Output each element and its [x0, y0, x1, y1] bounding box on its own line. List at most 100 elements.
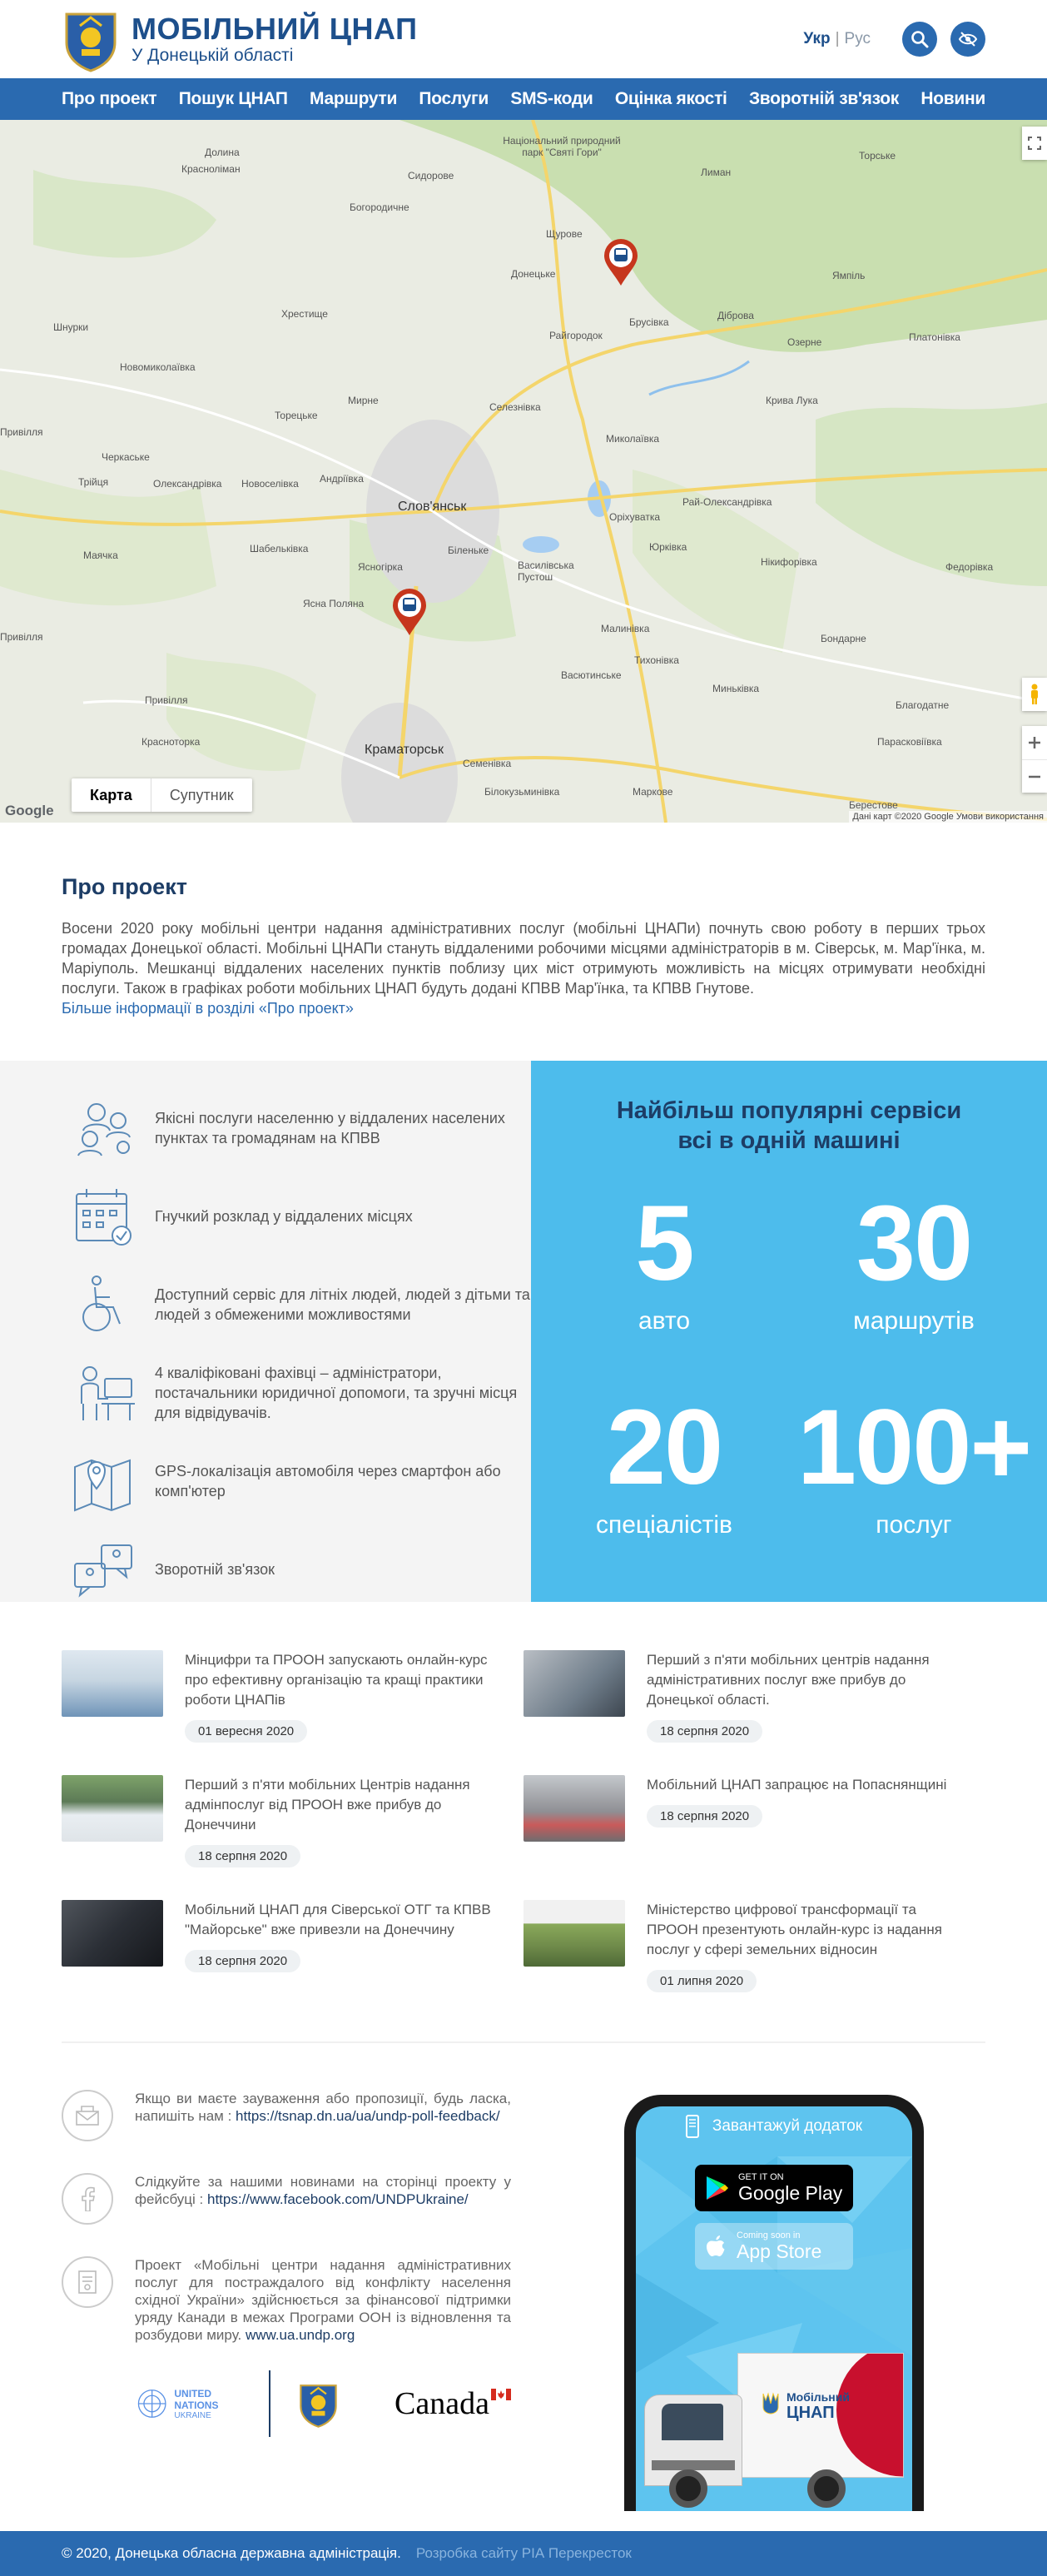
search-button[interactable]	[902, 22, 937, 57]
news-thumbnail[interactable]	[524, 1775, 625, 1842]
map-attribution[interactable]: Дані карт ©2020 Google Умови використанн…	[849, 811, 1047, 823]
map-label: Білокузьминівка	[484, 786, 560, 798]
news-title[interactable]: Мобільний ЦНАП запрацює на Попаснянщині	[647, 1775, 963, 1795]
zoom-in-button[interactable]	[1022, 726, 1047, 759]
bus-marker-icon[interactable]	[391, 588, 428, 636]
news-title[interactable]: Перший з п'яти мобільних Центрів надання…	[185, 1775, 501, 1835]
features-list: Якісні послуги населенню у віддалених на…	[0, 1061, 531, 1602]
stat-label: спеціалістів	[596, 1511, 732, 1539]
lang-separator: |	[835, 30, 840, 47]
map-label: Андріївка	[320, 473, 364, 485]
news-item[interactable]: Мінцифри та ПРООН запускають онлайн-курс…	[62, 1650, 524, 1745]
map-label: Новоселівка	[241, 478, 299, 490]
undp-link[interactable]: www.ua.undp.org	[246, 2327, 355, 2343]
play-store-icon	[707, 2176, 728, 2200]
map-label: Ясногірка	[358, 561, 403, 573]
nav-search-cnap[interactable]: Пошук ЦНАП	[179, 89, 288, 109]
map-label: Маячка	[83, 550, 118, 561]
section-divider	[62, 2041, 985, 2043]
news-title[interactable]: Мобільний ЦНАП для Сіверської ОТГ та КПВ…	[185, 1900, 501, 1940]
map-city-sloviansk: Слов'янськ	[398, 500, 467, 514]
news-item[interactable]: Мобільний ЦНАП запрацює на Попаснянщині 1…	[524, 1775, 985, 1870]
news-thumbnail[interactable]	[524, 1650, 625, 1717]
stat-label: послуг	[876, 1511, 952, 1539]
news-thumbnail[interactable]	[524, 1900, 625, 1967]
map-label: Миколаївка	[606, 433, 660, 445]
app-download-label: Завантажуй додаток	[712, 2117, 863, 2135]
contact-info: Якщо ви маєте зауваження або пропозиції,…	[62, 2090, 511, 2506]
un-ukraine-logo[interactable]: UNITED NATIONS UKRAINE	[136, 2385, 242, 2423]
google-logo[interactable]: Google	[5, 803, 54, 819]
nav-routes[interactable]: Маршрути	[310, 89, 397, 109]
fullscreen-button[interactable]	[1022, 127, 1047, 160]
news-item[interactable]: Перший з п'яти мобільних Центрів надання…	[62, 1775, 524, 1870]
stats-heading: Найбільш популярні сервіси всі в одній м…	[531, 1096, 1047, 1156]
stat-services: 100+ послуг	[789, 1390, 1039, 1594]
nav-about[interactable]: Про проект	[62, 89, 157, 109]
contact-project: Проект «Мобільні центри надання адмініст…	[62, 2256, 511, 2344]
map-label: Бондарне	[821, 633, 866, 644]
bus-marker-icon[interactable]	[603, 238, 639, 286]
chat-bubbles-icon	[74, 1544, 132, 1598]
plus-icon	[1029, 737, 1040, 748]
document-icon	[62, 2256, 113, 2308]
map-label: Платонівка	[909, 331, 960, 343]
news-title[interactable]: Перший з п'яти мобільних центрів надання…	[647, 1650, 963, 1710]
app-store-button[interactable]: Coming soon in App Store	[695, 2223, 853, 2270]
route-map[interactable]: Слов'янськ Краматорськ Долина Красноліма…	[0, 120, 1047, 823]
lang-ukr[interactable]: Укр	[803, 30, 830, 47]
nav-sms-codes[interactable]: SMS-коди	[510, 89, 593, 109]
feature-text: Якісні послуги населенню у віддалених на…	[155, 1110, 505, 1146]
region-crest-logo[interactable]	[297, 2375, 340, 2433]
news-item[interactable]: Мобільний ЦНАП для Сіверської ОТГ та КПВ…	[62, 1900, 524, 1995]
map-label: Красноліман	[181, 163, 241, 175]
facebook-icon[interactable]	[62, 2173, 113, 2225]
lang-rus[interactable]: Рус	[845, 30, 871, 47]
facebook-link[interactable]: https://www.facebook.com/UNDPUkraine/	[207, 2191, 469, 2207]
map-label: Парасковіївка	[877, 736, 942, 748]
feature-item: Зворотній зв'язок	[72, 1539, 531, 1600]
nav-quality-rating[interactable]: Оцінка якості	[615, 89, 727, 109]
map-type-satellite[interactable]: Супутник	[150, 778, 252, 812]
zoom-out-button[interactable]	[1022, 759, 1047, 793]
news-item[interactable]: Перший з п'яти мобільних центрів надання…	[524, 1650, 985, 1745]
news-title[interactable]: Мінцифри та ПРООН запускають онлайн-курс…	[185, 1650, 501, 1710]
nav-feedback[interactable]: Зворотній зв'язок	[749, 89, 899, 109]
map-type-map[interactable]: Карта	[72, 778, 151, 812]
footer-developer-link[interactable]: Розробка сайту РІА Перекресток	[416, 2545, 632, 2562]
footer-copyright: © 2020, Донецька обласна державна адміні…	[62, 2545, 401, 2561]
about-more-link[interactable]: Більше інформації в розділі «Про проект»	[62, 1000, 354, 1017]
feature-text: Зворотній зв'язок	[155, 1561, 275, 1578]
news-title[interactable]: Міністерство цифрової трансформації та П…	[647, 1900, 963, 1960]
site-title[interactable]: МОБІЛЬНИЙ ЦНАП	[131, 12, 417, 46]
google-play-button[interactable]: GET IT ON Google Play	[695, 2165, 853, 2211]
news-thumbnail[interactable]	[62, 1775, 163, 1842]
about-title: Про проект	[62, 874, 187, 899]
map-label: Юрківка	[649, 541, 687, 553]
apple-icon	[707, 2235, 725, 2256]
feedback-link[interactable]: https://tsnap.dn.ua/ua/undp-poll-feedbac…	[236, 2108, 500, 2124]
trident-icon	[762, 2392, 779, 2414]
news-thumbnail[interactable]	[62, 1900, 163, 1967]
stats-heading-line1: Найбільш популярні сервіси	[616, 1097, 962, 1124]
news-thumbnail[interactable]	[62, 1650, 163, 1717]
map-label: Торецьке	[275, 410, 318, 421]
stat-number: 30	[856, 1184, 973, 1303]
region-crest-logo[interactable]	[62, 6, 120, 72]
news-item[interactable]: Міністерство цифрової трансформації та П…	[524, 1900, 985, 1995]
google-play-small-text: GET IT ON	[738, 2172, 784, 2182]
brand[interactable]: МОБІЛЬНИЙ ЦНАП У Донецькій області	[131, 12, 417, 66]
map-label: Райгородок	[549, 330, 603, 341]
map-label: Берестове	[849, 799, 898, 811]
stat-label: авто	[638, 1307, 691, 1335]
map-label: Нікифорівка	[761, 556, 817, 568]
nav-news[interactable]: Новини	[920, 89, 985, 109]
about-section: Про проект Восени 2020 року мобільні цен…	[0, 823, 1047, 1061]
street-view-button[interactable]	[1022, 678, 1047, 711]
canada-logo[interactable]: Canada	[394, 2385, 511, 2422]
accessibility-button[interactable]	[950, 22, 985, 57]
stats-grid: 5 авто 30 маршрутів 20 спеціалістів 100+…	[539, 1186, 1039, 1594]
app-store-small-text: Coming soon in	[737, 2230, 801, 2240]
nav-services[interactable]: Послуги	[419, 89, 489, 109]
un-emblem-icon	[137, 2390, 166, 2418]
